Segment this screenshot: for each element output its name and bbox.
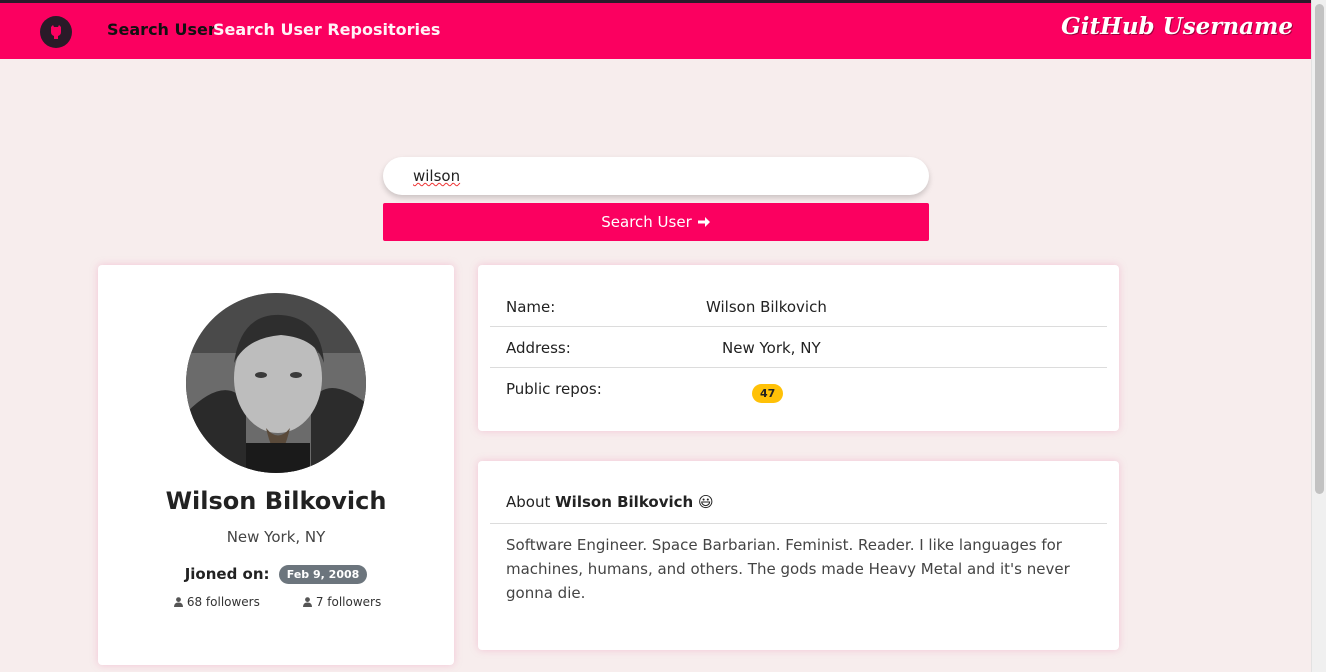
- profile-name: Wilson Bilkovich: [165, 487, 387, 515]
- navbar: Search User Search User Repositories Git…: [0, 3, 1311, 59]
- search-user-button[interactable]: Search User: [383, 203, 929, 241]
- smile-emoji-icon: 😃: [697, 493, 714, 511]
- about-title: About Wilson Bilkovich 😃: [490, 483, 1107, 524]
- details-card: Name: Wilson Bilkovich Address: New York…: [478, 265, 1119, 431]
- followers-label: 68 followers: [186, 595, 260, 609]
- detail-value: Wilson Bilkovich: [706, 298, 827, 316]
- avatar: [186, 293, 366, 473]
- scrollbar-thumb[interactable]: [1315, 4, 1324, 494]
- arrow-right-icon: [697, 217, 710, 227]
- joined-row: Jioned on: Feb 9, 2008: [98, 565, 454, 584]
- github-logo-icon[interactable]: [40, 16, 72, 48]
- detail-row-address: Address: New York, NY: [490, 327, 1107, 368]
- repo-count-badge: 47: [752, 384, 784, 403]
- about-prefix: About: [506, 493, 551, 511]
- detail-value: New York, NY: [722, 339, 821, 357]
- profile-card: Wilson Bilkovich New York, NY Jioned on:…: [98, 265, 454, 665]
- joined-date-badge: Feb 9, 2008: [278, 565, 368, 584]
- profile-location: New York, NY: [226, 528, 326, 546]
- search-button-label: Search User: [601, 213, 692, 231]
- detail-row-name: Name: Wilson Bilkovich: [490, 286, 1107, 327]
- detail-label: Address:: [506, 339, 571, 357]
- detail-label: Name:: [506, 298, 556, 316]
- user-icon: [303, 597, 312, 607]
- brand-title: GitHub Username: [1061, 13, 1293, 40]
- about-bio: Software Engineer. Space Barbarian. Femi…: [506, 536, 1070, 602]
- following-count: 7 followers: [303, 595, 381, 609]
- followers-count: 68 followers: [174, 595, 260, 609]
- joined-label: Jioned on:: [184, 565, 270, 583]
- about-card: About Wilson Bilkovich 😃 Software Engine…: [478, 461, 1119, 650]
- detail-label: Public repos:: [506, 380, 602, 398]
- about-name: Wilson Bilkovich: [555, 493, 694, 511]
- search-input[interactable]: wilson: [383, 157, 929, 195]
- search-input-value: wilson: [413, 167, 461, 185]
- page-scrollbar[interactable]: [1311, 0, 1326, 672]
- following-label: 7 followers: [315, 595, 382, 609]
- nav-search-user[interactable]: Search User: [107, 20, 216, 39]
- nav-search-user-repositories[interactable]: Search User Repositories: [213, 20, 440, 39]
- detail-row-public-repos: Public repos: 47: [490, 368, 1107, 409]
- user-icon: [174, 597, 183, 607]
